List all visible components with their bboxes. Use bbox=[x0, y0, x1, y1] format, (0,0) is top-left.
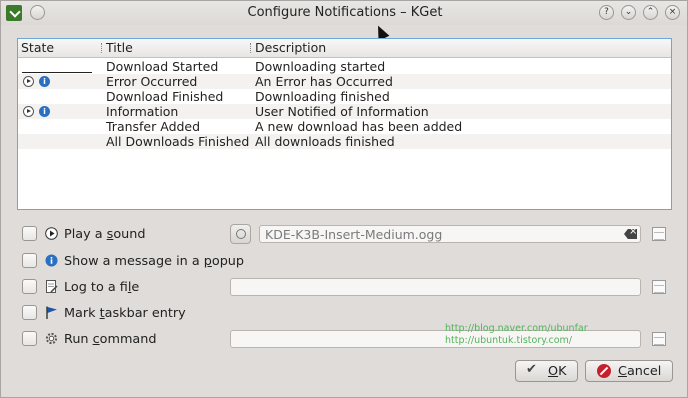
browse-file-icon[interactable] bbox=[652, 332, 666, 346]
sound-file-value: KDE-K3B-Insert-Medium.ogg bbox=[265, 227, 443, 242]
close-button[interactable]: × bbox=[665, 5, 680, 20]
play-sound-label: Play a sound bbox=[64, 227, 146, 242]
list-row[interactable]: i Error Occurred An Error has Occurred bbox=[18, 74, 671, 89]
row-title: Error Occurred bbox=[106, 74, 198, 89]
show-message-checkbox[interactable] bbox=[22, 253, 37, 268]
document-pencil-icon bbox=[46, 280, 58, 293]
help-button[interactable]: ? bbox=[599, 5, 614, 20]
log-file-checkbox[interactable] bbox=[22, 279, 37, 294]
dialog-window: Configure Notifications – KGet ? ⌄ ⌃ × S… bbox=[0, 0, 688, 398]
browse-file-icon[interactable] bbox=[652, 280, 666, 294]
row-title: Download Finished bbox=[106, 89, 224, 104]
gear-icon bbox=[45, 332, 58, 345]
row-description: Downloading finished bbox=[255, 89, 390, 104]
play-icon bbox=[23, 76, 34, 87]
header-title[interactable]: Title bbox=[106, 40, 133, 55]
row-description: An Error has Occurred bbox=[255, 74, 393, 89]
row-title: Download Started bbox=[106, 59, 219, 74]
cancel-button[interactable]: Cancel bbox=[585, 360, 673, 382]
mark-taskbar-label: Mark taskbar entry bbox=[64, 306, 186, 321]
sound-file-input[interactable]: KDE-K3B-Insert-Medium.ogg bbox=[259, 225, 641, 243]
info-icon: i bbox=[39, 106, 50, 117]
row-title: Transfer Added bbox=[106, 119, 201, 134]
play-sound-icon bbox=[45, 227, 58, 240]
browse-file-icon[interactable] bbox=[652, 227, 666, 241]
log-file-input[interactable] bbox=[230, 278, 641, 296]
info-icon bbox=[45, 254, 58, 267]
show-message-label: Show a message in a popup bbox=[64, 254, 245, 269]
run-command-label: Run command bbox=[64, 332, 157, 347]
column-resize-handle[interactable] bbox=[101, 43, 104, 53]
notifications-list[interactable]: State Title Description Download Started… bbox=[17, 38, 672, 210]
checkmark-icon bbox=[526, 362, 540, 378]
row-description: A new download has been added bbox=[255, 119, 463, 134]
info-icon: i bbox=[39, 76, 50, 87]
row-title: Information bbox=[106, 104, 179, 119]
titlebar[interactable]: Configure Notifications – KGet ? ⌄ ⌃ × bbox=[1, 1, 687, 25]
row-description: Downloading started bbox=[255, 59, 386, 74]
row-title: All Downloads Finished bbox=[106, 134, 250, 149]
play-icon bbox=[23, 106, 34, 117]
minimize-button[interactable]: ⌄ bbox=[621, 5, 636, 20]
row-description: User Notified of Information bbox=[255, 104, 429, 119]
ok-button[interactable]: OK bbox=[515, 360, 578, 382]
header-state[interactable]: State bbox=[21, 40, 54, 55]
list-row[interactable]: Download Finished Downloading finished bbox=[18, 89, 671, 104]
watermark-line-1: http://blog.naver.com/ubunfar bbox=[445, 323, 588, 334]
log-file-label: Log to a file bbox=[64, 280, 140, 295]
list-row[interactable]: Transfer Added A new download has been a… bbox=[18, 119, 671, 134]
column-resize-handle[interactable] bbox=[250, 43, 253, 53]
clear-icon[interactable] bbox=[624, 229, 637, 239]
play-sound-checkbox[interactable] bbox=[22, 226, 37, 241]
window-title: Configure Notifications – KGet bbox=[247, 5, 443, 20]
row-description: All downloads finished bbox=[255, 134, 395, 149]
header-description[interactable]: Description bbox=[255, 40, 326, 55]
run-command-checkbox[interactable] bbox=[22, 331, 37, 346]
watermark-line-2: http://ubuntuk.tistory.com/ bbox=[445, 335, 572, 346]
list-row[interactable]: All Downloads Finished All downloads fin… bbox=[18, 134, 671, 149]
list-header: State Title Description bbox=[18, 39, 671, 58]
selection-indicator bbox=[22, 72, 92, 73]
cancel-icon bbox=[597, 364, 611, 378]
maximize-button[interactable]: ⌃ bbox=[643, 5, 658, 20]
play-sound-preview-button[interactable] bbox=[230, 224, 251, 244]
list-row[interactable]: Download Started Downloading started bbox=[18, 59, 671, 74]
list-row[interactable]: i Information User Notified of Informati… bbox=[18, 104, 671, 119]
mark-taskbar-checkbox[interactable] bbox=[22, 305, 37, 320]
flag-icon bbox=[46, 306, 57, 319]
